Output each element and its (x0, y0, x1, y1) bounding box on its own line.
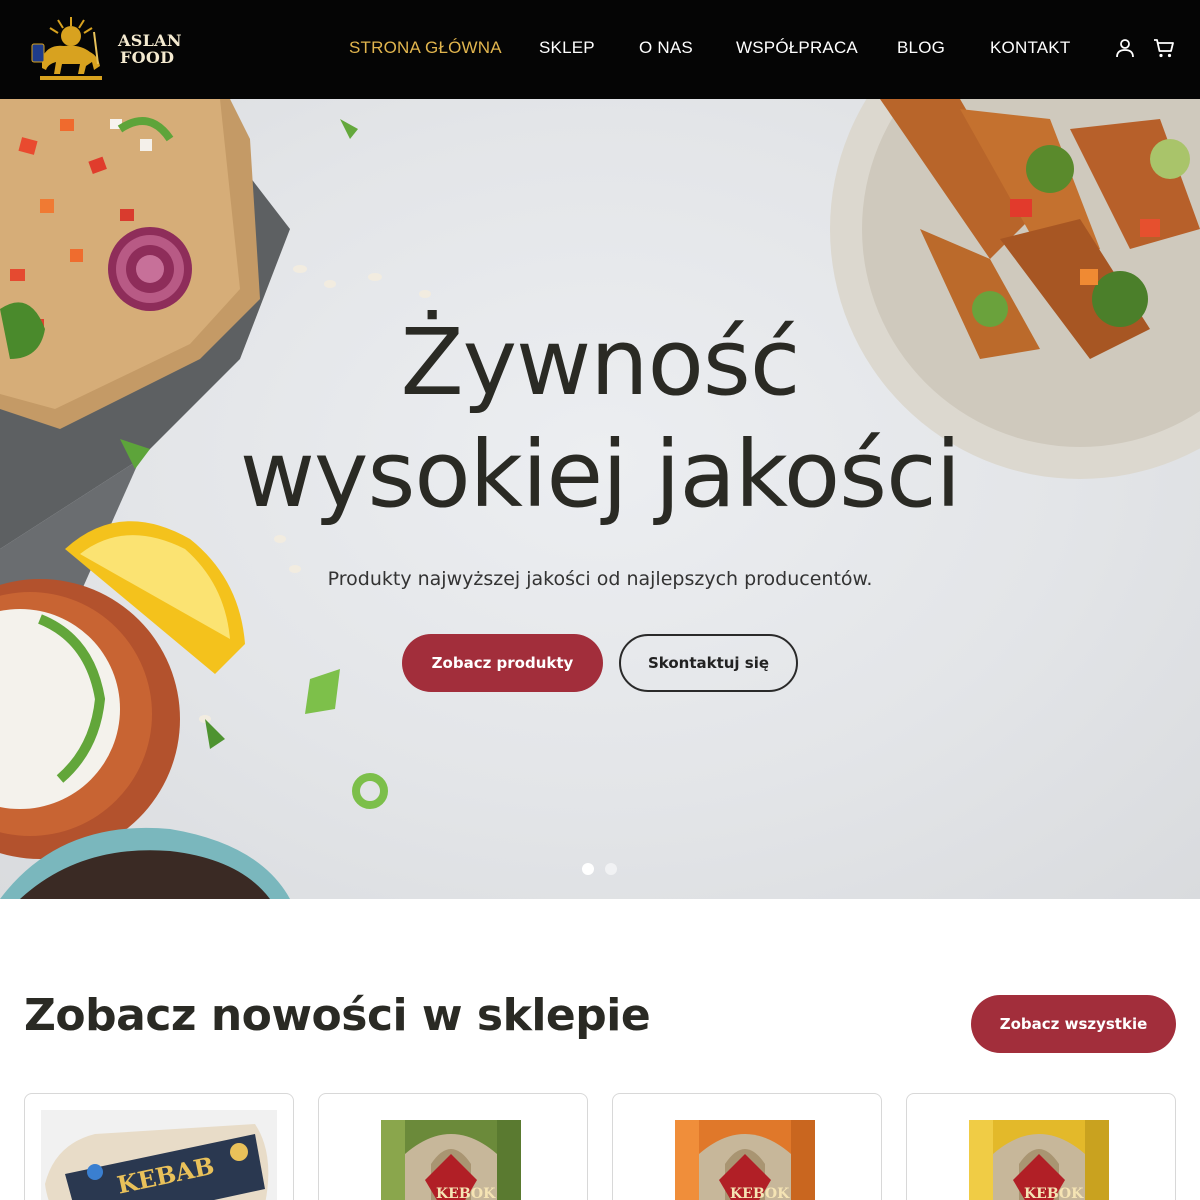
slider-dot-1[interactable] (582, 863, 594, 875)
product-image: KEBOK (969, 1120, 1109, 1200)
main-nav: STRONA GŁÓWNA SKLEP O NAS WSPÓŁPRACA BLO… (0, 38, 1200, 62)
product-card[interactable]: KEBOK (318, 1093, 588, 1200)
slider-dot-2[interactable] (605, 863, 617, 875)
nav-item-home[interactable]: STRONA GŁÓWNA (349, 38, 502, 58)
nav-item-shop[interactable]: SKLEP (539, 38, 595, 58)
hero-title-line1: Żywność (400, 309, 801, 416)
product-image: KEBAB (41, 1110, 277, 1200)
nav-item-about[interactable]: O NAS (639, 38, 693, 58)
see-products-button[interactable]: Zobacz produkty (402, 634, 603, 692)
hero-title-line2: wysokiej jakości (239, 421, 961, 528)
user-icon[interactable] (1113, 36, 1137, 60)
new-products-title: Zobacz nowości w sklepie (24, 990, 651, 1041)
hero-subtitle: Produkty najwyższej jakości od najlepszy… (327, 568, 873, 590)
contact-button[interactable]: Skontaktuj się (619, 634, 798, 692)
nav-item-contact[interactable]: KONTAKT (990, 38, 1070, 58)
hero-title: Żywność wysokiej jakości (0, 307, 1200, 531)
cart-icon[interactable] (1152, 36, 1176, 60)
product-card[interactable]: KEBAB (24, 1093, 294, 1200)
product-label: KEBOK (730, 1186, 790, 1200)
product-image: KEBOK (675, 1120, 815, 1200)
product-image: KEBOK (381, 1120, 521, 1200)
nav-item-cooperation[interactable]: WSPÓŁPRACA (736, 38, 858, 58)
nav-item-blog[interactable]: BLOG (897, 38, 945, 58)
see-all-button[interactable]: Zobacz wszystkie (971, 995, 1176, 1053)
product-card[interactable]: KEBOK (612, 1093, 882, 1200)
product-label: KEBOK (1024, 1186, 1084, 1200)
product-card[interactable]: KEBOK (906, 1093, 1176, 1200)
hero-slider: Żywność wysokiej jakości Produkty najwyż… (0, 99, 1200, 899)
site-header: ASLAN FOOD STRONA GŁÓWNA SKLEP O NAS WSP… (0, 0, 1200, 99)
product-label: KEBOK (436, 1186, 496, 1200)
